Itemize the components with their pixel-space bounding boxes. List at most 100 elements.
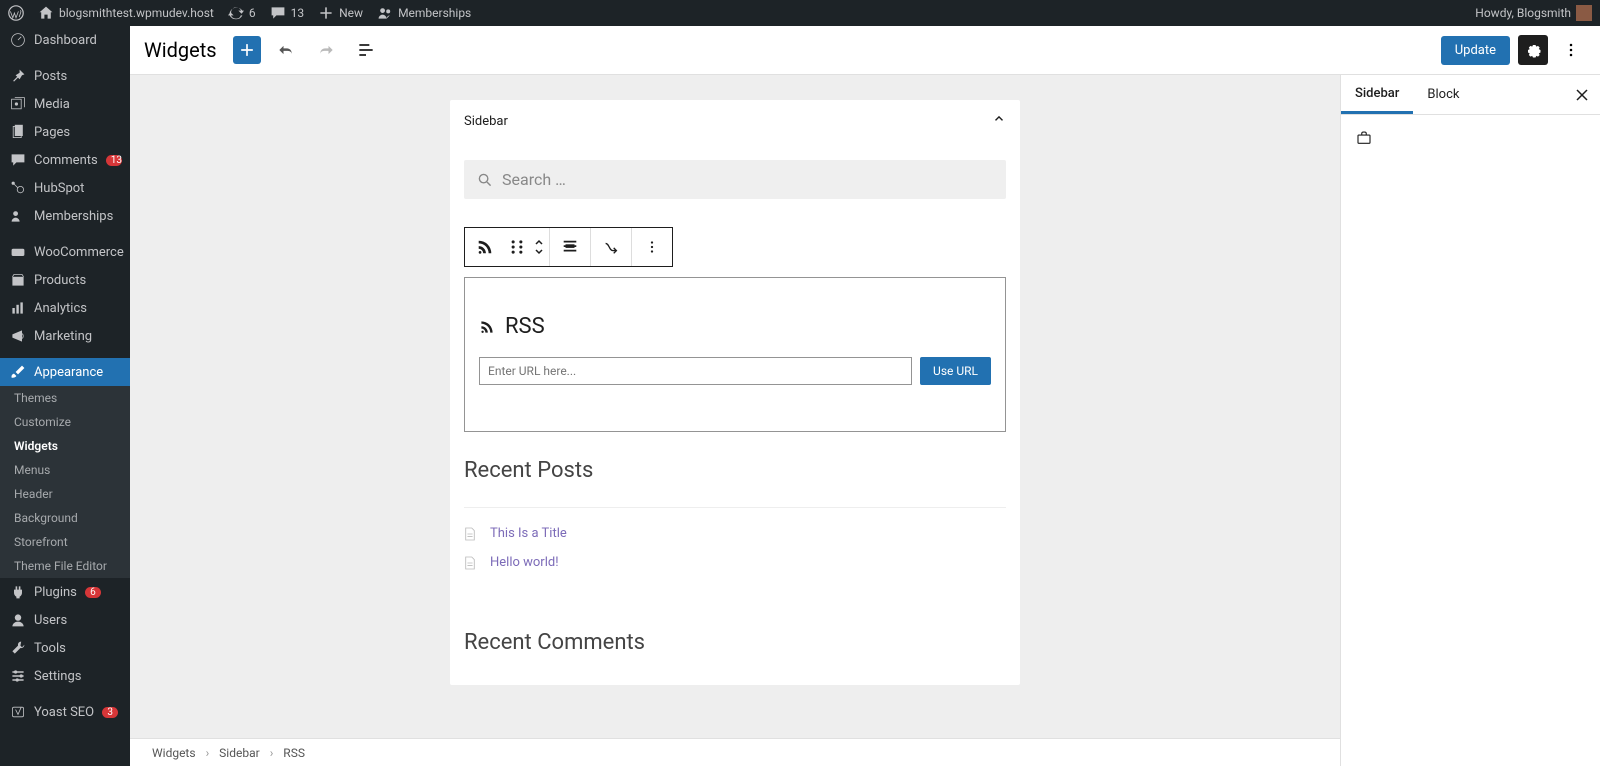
chevron-right-icon: › [206,746,210,760]
search-icon [478,173,492,187]
people-icon [10,208,26,224]
yoast-badge: 3 [102,707,118,718]
block-type-button[interactable] [465,228,505,266]
menu-comments[interactable]: Comments13 [0,146,130,174]
submenu-header[interactable]: Header [0,482,130,506]
update-button[interactable]: Update [1441,36,1510,65]
submenu-customize[interactable]: Customize [0,410,130,434]
gear-icon [1523,40,1543,60]
rss-block: RSS Use URL [464,277,1006,432]
menu-memberships[interactable]: Memberships [0,202,130,230]
rss-use-url-button[interactable]: Use URL [920,357,991,385]
briefcase-icon [1355,129,1373,147]
menu-analytics[interactable]: Analytics [0,294,130,322]
menu-settings[interactable]: Settings [0,662,130,690]
menu-yoast[interactable]: Yoast SEO3 [0,698,130,726]
breadcrumb: Widgets › Sidebar › RSS [130,738,1340,766]
chevron-down-icon [534,247,544,257]
tab-sidebar[interactable]: Sidebar [1341,75,1413,114]
settings-button[interactable] [1518,35,1548,65]
rss-url-input[interactable] [479,357,912,385]
menu-users[interactable]: Users [0,606,130,634]
updates-link[interactable]: 6 [228,5,256,21]
close-icon [1575,88,1589,102]
move-to-button[interactable] [591,228,631,266]
redo-icon [316,40,336,60]
list-item: Hello world! [464,555,1006,570]
undo-icon [276,40,296,60]
move-buttons[interactable] [529,228,549,266]
menu-hubspot[interactable]: HubSpot [0,174,130,202]
move-icon [602,238,620,256]
list-item: This Is a Title [464,526,1006,541]
list-view-button[interactable] [351,35,381,65]
rss-block-title: RSS [505,314,545,339]
submenu-themes[interactable]: Themes [0,386,130,410]
refresh-icon [228,5,244,21]
menu-media[interactable]: Media [0,90,130,118]
memberships-link[interactable]: Memberships [377,5,471,21]
submenu-menus[interactable]: Menus [0,458,130,482]
admin-bar: blogsmithtest.wpmudev.host 6 13 New Memb… [0,0,1600,26]
close-inspector-button[interactable] [1570,83,1594,107]
new-content-link[interactable]: New [318,5,363,21]
tab-block[interactable]: Block [1413,75,1473,114]
user-icon [10,612,26,628]
submenu-widgets[interactable]: Widgets [0,434,130,458]
submenu-storefront[interactable]: Storefront [0,530,130,554]
menu-products[interactable]: Products [0,266,130,294]
marketing-icon [10,328,26,344]
align-button[interactable] [550,228,590,266]
rss-icon [476,238,494,256]
menu-woocommerce[interactable]: WooCommerce [0,238,130,266]
brush-icon [10,364,26,380]
analytics-icon [10,300,26,316]
block-options-button[interactable] [632,228,672,266]
menu-dashboard[interactable]: Dashboard [0,26,130,54]
menu-marketing[interactable]: Marketing [0,322,130,350]
home-icon [38,5,54,21]
chevron-up-icon [992,112,1006,126]
menu-pages[interactable]: Pages [0,118,130,146]
chevron-right-icon: › [270,746,274,760]
media-icon [10,96,26,112]
menu-plugins[interactable]: Plugins6 [0,578,130,606]
site-name-link[interactable]: blogsmithtest.wpmudev.host [38,5,214,21]
comments-badge: 13 [106,155,122,166]
recent-comments-title: Recent Comments [464,630,1006,655]
add-block-button[interactable] [233,36,261,64]
search-widget[interactable]: Search … [464,160,1006,199]
editor-canvas[interactable]: Sidebar Search … [130,75,1340,766]
menu-appearance[interactable]: Appearance [0,358,130,386]
submenu-background[interactable]: Background [0,506,130,530]
wrench-icon [10,640,26,656]
breadcrumb-item[interactable]: RSS [283,746,305,760]
editor-header: Widgets Update [130,26,1600,75]
doc-icon [464,527,476,541]
comment-icon [10,152,26,168]
undo-button[interactable] [271,35,301,65]
plus-icon [237,40,257,60]
page-icon [10,124,26,140]
breadcrumb-item[interactable]: Widgets [152,746,196,760]
breadcrumb-item[interactable]: Sidebar [219,746,260,760]
collapse-button[interactable] [992,112,1006,130]
more-options-button[interactable] [1556,35,1586,65]
drag-handle[interactable] [505,228,529,266]
redo-button[interactable] [311,35,341,65]
menu-posts[interactable]: Posts [0,62,130,90]
menu-tools[interactable]: Tools [0,634,130,662]
widget-area-sidebar: Sidebar Search … [450,100,1020,685]
comments-link[interactable]: 13 [270,5,305,21]
wp-logo-icon[interactable] [8,5,24,21]
post-link[interactable]: This Is a Title [490,526,567,541]
submenu-theme-file-editor[interactable]: Theme File Editor [0,554,130,578]
drag-icon [508,238,526,256]
doc-icon [464,556,476,570]
my-account-link[interactable]: Howdy, Blogsmith [1475,5,1592,21]
plus-icon [318,5,334,21]
align-icon [561,238,579,256]
recent-posts-title: Recent Posts [464,458,1006,483]
plugin-icon [10,584,26,600]
post-link[interactable]: Hello world! [490,555,559,570]
